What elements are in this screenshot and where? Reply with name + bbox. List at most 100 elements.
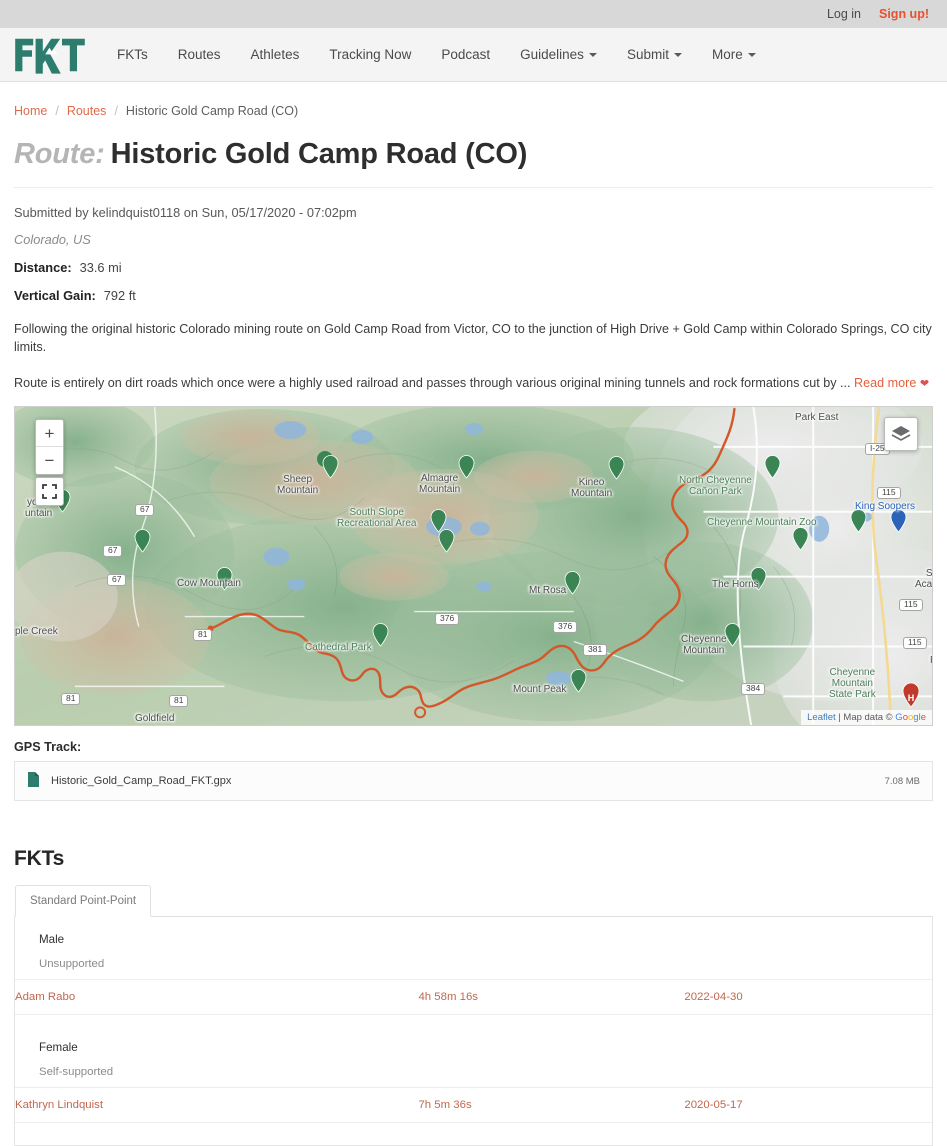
fkt-date: 2020-05-17 [684, 1087, 932, 1124]
nav-link-tracking-now[interactable]: Tracking Now [314, 41, 426, 68]
nav-item[interactable]: Guidelines [505, 41, 612, 68]
breadcrumb-separator: / [55, 104, 59, 118]
nav-item[interactable]: Podcast [426, 41, 505, 68]
nav-item[interactable]: Submit [612, 41, 697, 68]
fkt-group-style: Unsupported [39, 958, 105, 971]
nav-link-submit[interactable]: Submit [612, 41, 697, 68]
map-road-shield: 81 [193, 629, 213, 641]
page-title-kicker: Route: [14, 138, 105, 170]
route-map[interactable]: H Park East Sheep Mountain Almagre Mountai… [14, 406, 933, 727]
attrib-text: Map data © [843, 712, 896, 724]
fkt-group-gender: Male [39, 933, 65, 947]
map-road-shield: 115 [903, 637, 927, 649]
route-region: Colorado, US [14, 232, 91, 247]
nav-label: Routes [177, 47, 221, 62]
zoom-out-button[interactable]: − [36, 447, 63, 475]
table-row[interactable]: Kathryn Lindquist 7h 5m 36s 2020-05-17 [15, 1087, 932, 1124]
site-logo[interactable] [14, 35, 102, 75]
map-place-label: Fort [930, 655, 932, 666]
map-layers-button[interactable] [884, 417, 918, 452]
fkt-date: 2022-04-30 [684, 979, 932, 1016]
page-container: Home / Routes / Historic Gold Camp Road … [0, 82, 947, 1146]
map-attribution: Leaflet | Map data © Google [801, 710, 932, 726]
fkts-heading: FKTs [14, 847, 65, 871]
nav-link-fkts[interactable]: FKTs [102, 41, 163, 68]
route-vertical-gain: Vertical Gain: 792 ft [14, 288, 933, 303]
nav-link-athletes[interactable]: Athletes [236, 41, 315, 68]
fkt-group: Male Unsupported Adam Rabo 4h 58m 16s 20… [15, 933, 932, 1016]
map-place-label: South Slope Recreational Area [337, 507, 417, 530]
map-zoom-controls[interactable]: + − [35, 419, 64, 476]
fkt-time: 7h 5m 36s [418, 1087, 685, 1124]
chevron-down-icon [588, 53, 597, 58]
zoom-in-button[interactable]: + [36, 420, 63, 448]
map-road-shield: 115 [877, 487, 901, 499]
signup-link[interactable]: Sign up! [879, 7, 929, 21]
map-place-label: Mount Peak [513, 684, 567, 696]
fkts-tab-panel: Male Unsupported Adam Rabo 4h 58m 16s 20… [14, 917, 933, 1146]
map-road-shield: 115 [899, 599, 923, 611]
gps-file-name[interactable]: Historic_Gold_Camp_Road_FKT.gpx [51, 775, 231, 787]
map-place-label: Almagre Mountain [419, 473, 461, 496]
route-distance: Distance: 33.6 mi [14, 260, 933, 275]
fkt-group-gender: Female [39, 1041, 78, 1055]
gps-file-row[interactable]: Historic_Gold_Camp_Road_FKT.gpx 7.08 MB [14, 761, 933, 802]
vertical-gain-label: Vertical Gain: [14, 288, 96, 303]
map-place-label: Park East [795, 412, 839, 424]
fkt-table: Adam Rabo 4h 58m 16s 2022-04-30 [15, 979, 932, 1016]
map-road-shield: 376 [553, 621, 578, 633]
file-icon [27, 771, 40, 791]
map-road-shield: 384 [741, 683, 766, 695]
fullscreen-icon [42, 484, 57, 500]
map-road-shield: 381 [583, 644, 608, 656]
distance-label: Distance: [14, 260, 72, 275]
login-link[interactable]: Log in [827, 7, 861, 21]
nav-label: FKTs [117, 47, 148, 62]
fkt-athlete-name[interactable]: Kathryn Lindquist [15, 1087, 419, 1124]
leaflet-link[interactable]: Leaflet [807, 712, 836, 723]
fkt-logo-icon [15, 38, 85, 74]
breadcrumb-home[interactable]: Home [14, 104, 47, 118]
breadcrumb-separator: / [114, 104, 118, 118]
read-more-link[interactable]: Read more [854, 376, 916, 390]
map-place-label: Cheyenne Mountain State Park [829, 667, 876, 701]
fkt-athlete-name[interactable]: Adam Rabo [15, 979, 419, 1016]
nav-item[interactable]: FKTs [102, 41, 163, 68]
route-description-p2-wrap: Route is entirely on dirt roads which on… [14, 374, 933, 393]
nav-link-routes[interactable]: Routes [163, 41, 236, 68]
map-road-shield: 376 [435, 613, 460, 625]
page-title-text: Historic Gold Camp Road (CO) [110, 138, 528, 170]
map-labels: Park East Sheep Mountain Almagre Mountain K… [15, 407, 932, 725]
tab-standard-point-point[interactable]: Standard Point-Point [15, 885, 152, 918]
map-place-label: North Cheyenne Cañon Park [679, 475, 752, 498]
map-road-shield: 81 [61, 693, 81, 705]
breadcrumb-current: Historic Gold Camp Road (CO) [125, 104, 299, 118]
map-place-label: S Acade [915, 568, 933, 591]
breadcrumb-routes[interactable]: Routes [67, 104, 107, 118]
map-road-shield: 67 [107, 574, 127, 586]
nav-link-podcast[interactable]: Podcast [426, 41, 505, 68]
nav-item[interactable]: More [697, 41, 771, 68]
map-place-label: Cheyenne Mountain [681, 634, 727, 657]
map-place-label: Mt Rosa [529, 585, 567, 597]
map-place-label: Cow Mountain [177, 578, 241, 590]
submitted-by-line: Submitted by kelindquist0118 on Sun, 05/… [14, 205, 357, 220]
nav-label: Athletes [250, 47, 300, 62]
fkts-tablist: Standard Point-Point [14, 885, 933, 918]
page-title: Route: Historic Gold Camp Road (CO) [14, 138, 933, 188]
map-road-shield: 81 [169, 695, 189, 707]
table-row[interactable]: Adam Rabo 4h 58m 16s 2022-04-30 [15, 979, 932, 1016]
nav-item[interactable]: Athletes [236, 41, 315, 68]
nav-link-guidelines[interactable]: Guidelines [505, 41, 612, 68]
breadcrumb: Home / Routes / Historic Gold Camp Road … [14, 82, 933, 118]
nav-item[interactable]: Routes [163, 41, 236, 68]
map-road-shield: 67 [135, 504, 155, 516]
map-place-label: ple Creek [15, 626, 58, 638]
fkt-group-style: Self-supported [39, 1066, 114, 1079]
map-place-label: King Soopers [855, 501, 916, 513]
nav-link-more[interactable]: More [697, 41, 771, 68]
map-place-label: Cathedral Park [305, 642, 372, 654]
nav-item[interactable]: Tracking Now [314, 41, 426, 68]
map-fullscreen-button[interactable] [35, 477, 64, 507]
